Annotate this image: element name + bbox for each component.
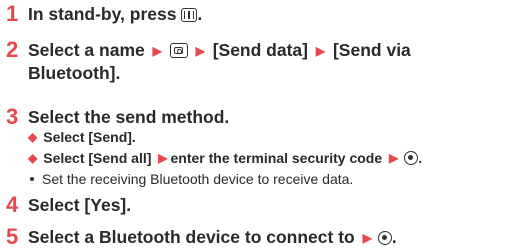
step-text: Select a Bluetooth device to connect to (28, 227, 355, 247)
sub-item-send: ◆ Select [Send]. (28, 128, 136, 146)
step-1: 1 In stand-by, press . (0, 3, 202, 25)
step-number: 5 (6, 224, 19, 249)
camera-key-icon (169, 43, 188, 58)
center-key-icon (404, 151, 419, 165)
step-text: Select a name (28, 40, 145, 60)
note-item: Set the receiving Bluetooth device to re… (30, 170, 353, 188)
step-text: Select the send method. (28, 107, 230, 127)
menu-send-via: [Send via (332, 40, 411, 60)
right-arrow-icon: ▶ (158, 151, 168, 165)
step-5: 5 Select a Bluetooth device to connect t… (0, 226, 397, 249)
step-tail: . (391, 227, 397, 247)
sub-item-send-all: ◆ Select [Send all] ▶ enter the terminal s… (28, 150, 423, 166)
note-text: Set the receiving Bluetooth device to re… (42, 171, 354, 187)
step-text: In stand-by, press (28, 4, 177, 24)
sub-item-text: Select [Send]. (43, 129, 136, 145)
menu-send-data: [Send data] (212, 40, 308, 60)
diamond-bullet-icon: ◆ (28, 130, 38, 144)
center-key-icon (377, 231, 392, 245)
sub-item-text: Select [Send all] (43, 150, 152, 166)
step-number: 2 (6, 37, 19, 62)
right-arrow-icon: ▶ (389, 151, 399, 165)
step-number: 1 (6, 1, 19, 26)
step-text: Select [Yes]. (28, 195, 132, 215)
step-3: 3 Select the send method. (0, 106, 229, 128)
step-number: 3 (6, 104, 19, 129)
right-arrow-icon: ▶ (315, 44, 326, 58)
step-number: 4 (6, 192, 19, 217)
menu-send-via-cont: Bluetooth]. (28, 63, 121, 83)
step-4: 4 Select [Yes]. (0, 194, 131, 216)
step-tail: . (197, 4, 203, 24)
phonebook-key-icon (181, 8, 198, 22)
right-arrow-icon: ▶ (195, 44, 205, 58)
diamond-bullet-icon: ◆ (28, 151, 38, 165)
right-arrow-icon: ▶ (362, 231, 372, 245)
sub-item-text: enter the terminal security code (170, 150, 383, 166)
bullet-dot-icon (30, 177, 34, 181)
step-2: 2 Select a name ▶ ▶ [Send data] ▶ [Send … (0, 39, 411, 84)
right-arrow-icon: ▶ (152, 44, 162, 58)
